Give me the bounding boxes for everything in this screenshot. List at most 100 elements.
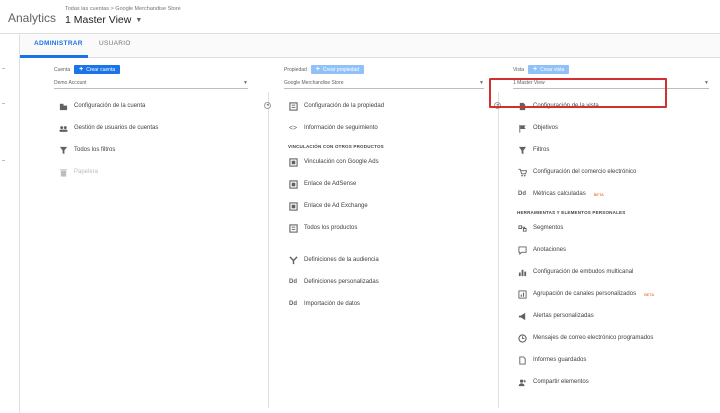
chevron-down-icon: ▼ (479, 80, 484, 86)
all-products-label: Todos los productos (304, 225, 358, 231)
trash-item[interactable]: Papelera (58, 166, 98, 178)
caret-down-icon: ▼ (135, 16, 143, 24)
calculated-metrics-label: Métricas calculadas (533, 191, 586, 197)
goals-label: Objetivos (533, 125, 559, 131)
adexchange-link-label: Enlace de Ad Exchange (304, 203, 368, 209)
adsense-icon (288, 179, 298, 189)
create-view-label: Crear vista (540, 66, 565, 73)
account-header: Cuenta + Crear cuenta (54, 65, 121, 74)
ecommerce-settings-label: Configuración del comercio electrónico (533, 169, 637, 175)
data-import-label: Importación de datos (304, 301, 361, 307)
google-ads-link-item[interactable]: Vinculación con Google Ads (288, 156, 379, 168)
audience-definitions-item[interactable]: Definiciones de la audiencia (288, 254, 379, 266)
cart-icon (517, 167, 527, 177)
plus-icon: + (315, 66, 320, 73)
filter-icon (58, 145, 68, 155)
segments-item[interactable]: Segmentos (517, 222, 563, 234)
account-settings-item[interactable]: Configuración de la cuenta (58, 100, 145, 112)
annotations-icon (517, 245, 527, 255)
clock-icon (517, 333, 527, 343)
bar-chart-icon (517, 267, 527, 277)
adexchange-icon (288, 201, 298, 211)
audience-definitions-label: Definiciones de la audiencia (304, 257, 379, 263)
goals-item[interactable]: Objetivos (517, 122, 558, 134)
tab-usuario[interactable]: USUARIO (99, 40, 131, 47)
property-settings-label: Configuración de la propiedad (304, 103, 385, 109)
account-column: Cuenta + Crear cuenta Demo Account ▼ Con… (20, 58, 266, 413)
brand-title: Analytics (8, 11, 57, 25)
products-icon (288, 223, 298, 233)
create-account-label: Crear cuenta (86, 66, 116, 73)
custom-definitions-item[interactable]: Dd Definiciones personalizadas (288, 276, 379, 288)
filter-icon (517, 145, 527, 155)
account-label: Cuenta (54, 66, 71, 73)
plus-icon: + (533, 66, 538, 73)
saved-reports-item[interactable]: Informes guardados (517, 354, 586, 366)
adexchange-link-item[interactable]: Enlace de Ad Exchange (288, 200, 368, 212)
multichannel-funnels-label: Configuración de embudos multicanal (533, 269, 634, 275)
annotations-item[interactable]: Anotaciones (517, 244, 566, 256)
view-selector[interactable]: 1 Master View ▼ (65, 14, 142, 26)
dd-icon: Dd (518, 191, 526, 197)
tab-bar: ADMINISTRAR USUARIO (20, 34, 720, 58)
share-user-icon (517, 377, 527, 387)
channels-icon (517, 289, 527, 299)
all-filters-item[interactable]: Todos los filtros (58, 144, 115, 156)
share-assets-label: Compartir elementos (533, 379, 589, 385)
account-users-item[interactable]: Gestión de usuarios de cuentas (58, 122, 158, 134)
data-import-item[interactable]: Dd Importación de datos (288, 298, 360, 310)
tab-administrar[interactable]: ADMINISTRAR (34, 40, 83, 47)
audience-icon (288, 255, 298, 265)
scheduled-emails-label: Mensajes de correo electrónico programad… (533, 335, 654, 341)
view-filters-item[interactable]: Filtros (517, 144, 549, 156)
property-settings-item[interactable]: Configuración de la propiedad (288, 100, 384, 112)
property-select[interactable]: Google Merchandise Store ▼ (284, 80, 484, 89)
custom-alerts-label: Alertas personalizadas (533, 313, 594, 319)
plus-icon: + (79, 66, 84, 73)
dd-icon: Dd (289, 279, 297, 285)
calculated-metrics-item[interactable]: Dd Métricas calculadas BETA (517, 188, 604, 200)
chevron-down-icon: ▼ (704, 80, 709, 86)
breadcrumb[interactable]: Todas las cuentas > Google Merchandise S… (65, 6, 181, 12)
flag-icon (517, 123, 527, 133)
custom-definitions-label: Definiciones personalizadas (304, 279, 379, 285)
custom-channel-grouping-label: Agrupación de canales personalizados (533, 291, 637, 297)
trash-label: Papelera (74, 169, 99, 175)
top-bar: Analytics Todas las cuentas > Google Mer… (0, 0, 720, 34)
segments-icon (517, 223, 527, 233)
property-header: Propiedad + Crear propiedad (284, 65, 365, 74)
personal-tools-title: HERRAMIENTAS Y ELEMENTOS PERSONALES (517, 210, 626, 215)
custom-alerts-item[interactable]: Alertas personalizadas (517, 310, 594, 322)
saved-reports-label: Informes guardados (533, 357, 587, 363)
linked-products-title: VINCULACIÓN CON OTROS PRODUCTOS (288, 144, 384, 149)
share-assets-item[interactable]: Compartir elementos (517, 376, 589, 388)
all-products-item[interactable]: Todos los productos (288, 222, 357, 234)
trash-icon (58, 167, 68, 177)
create-account-button[interactable]: + Crear cuenta (74, 65, 121, 74)
scheduled-emails-item[interactable]: Mensajes de correo electrónico programad… (517, 332, 653, 344)
adsense-link-item[interactable]: Enlace de AdSense (288, 178, 356, 190)
create-view-button[interactable]: + Crear vista (528, 65, 570, 74)
create-property-button[interactable]: + Crear propiedad (310, 65, 365, 74)
ads-icon (288, 157, 298, 167)
nav-tick (2, 103, 5, 104)
view-header: Vista + Crear vista (513, 65, 570, 74)
all-filters-label: Todos los filtros (74, 147, 116, 153)
report-icon (517, 355, 527, 365)
annotations-label: Anotaciones (533, 247, 567, 253)
ecommerce-settings-item[interactable]: Configuración del comercio electrónico (517, 166, 636, 178)
dd-icon: Dd (289, 301, 297, 307)
beta-badge: BETA (644, 291, 655, 297)
view-name: 1 Master View (65, 14, 132, 26)
users-icon (58, 123, 68, 133)
tracking-info-item[interactable]: <> Información de seguimiento (288, 122, 378, 134)
account-select[interactable]: Demo Account ▼ (54, 80, 248, 89)
property-selected: Google Merchandise Store (284, 80, 344, 86)
view-filters-label: Filtros (533, 147, 550, 153)
account-users-label: Gestión de usuarios de cuentas (74, 125, 159, 131)
multichannel-funnels-item[interactable]: Configuración de embudos multicanal (517, 266, 633, 278)
tracking-info-label: Información de seguimiento (304, 125, 378, 131)
property-label: Propiedad (284, 66, 307, 73)
megaphone-icon (517, 311, 527, 321)
custom-channel-grouping-item[interactable]: Agrupación de canales personalizados BET… (517, 288, 654, 300)
